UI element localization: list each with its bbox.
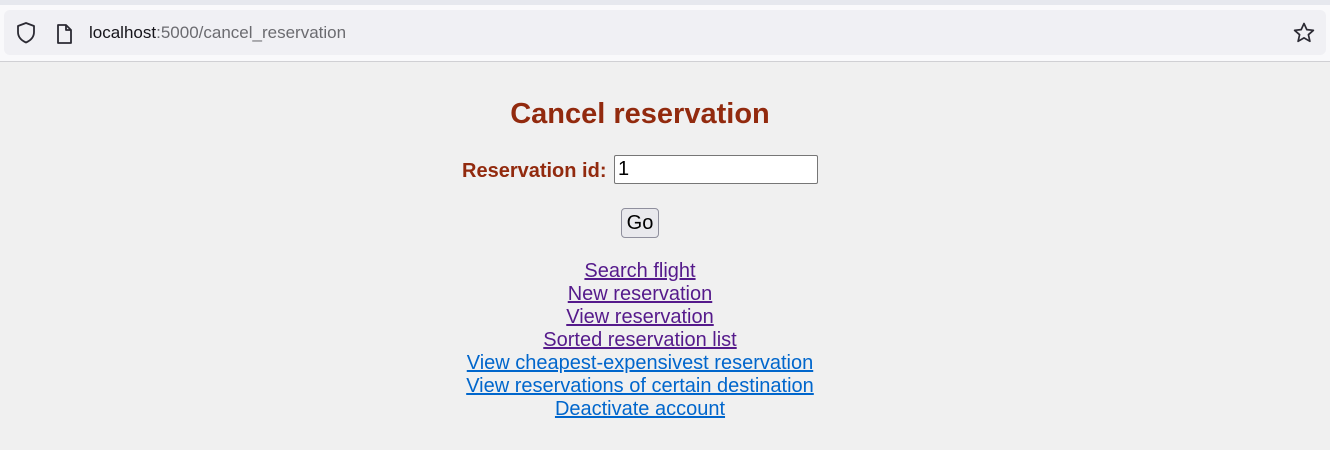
new-reservation-link[interactable]: New reservation — [568, 283, 713, 306]
view-reservations-of-certain-destination-link[interactable]: View reservations of certain destination — [466, 375, 814, 398]
reservation-id-input[interactable] — [614, 155, 818, 184]
page-title: Cancel reservation — [510, 98, 770, 130]
reservation-id-label: Reservation id: — [462, 160, 607, 182]
url-text[interactable]: localhost:5000/cancel_reservation — [89, 22, 346, 44]
star-icon[interactable] — [1292, 21, 1316, 45]
page-icon — [57, 24, 72, 44]
search-flight-link[interactable]: Search flight — [584, 260, 695, 283]
address-bar[interactable]: localhost:5000/cancel_reservation — [4, 10, 1326, 55]
page-content: Cancel reservation Reservation id: Go Se… — [0, 62, 1330, 450]
url-path: :5000/cancel_reservation — [156, 23, 347, 42]
nav-links: Search flight New reservation View reser… — [0, 260, 1280, 421]
view-cheapest-expensivest-reservation-link[interactable]: View cheapest-expensivest reservation — [467, 352, 813, 375]
browser-toolbar: localhost:5000/cancel_reservation — [0, 0, 1330, 62]
deactivate-account-link[interactable]: Deactivate account — [555, 398, 725, 421]
view-reservation-link[interactable]: View reservation — [566, 306, 713, 329]
shield-icon[interactable] — [15, 21, 37, 45]
sorted-reservation-list-link[interactable]: Sorted reservation list — [543, 329, 736, 352]
tab-strip — [0, 0, 1330, 5]
url-host: localhost — [89, 23, 157, 42]
go-button[interactable]: Go — [621, 208, 659, 238]
